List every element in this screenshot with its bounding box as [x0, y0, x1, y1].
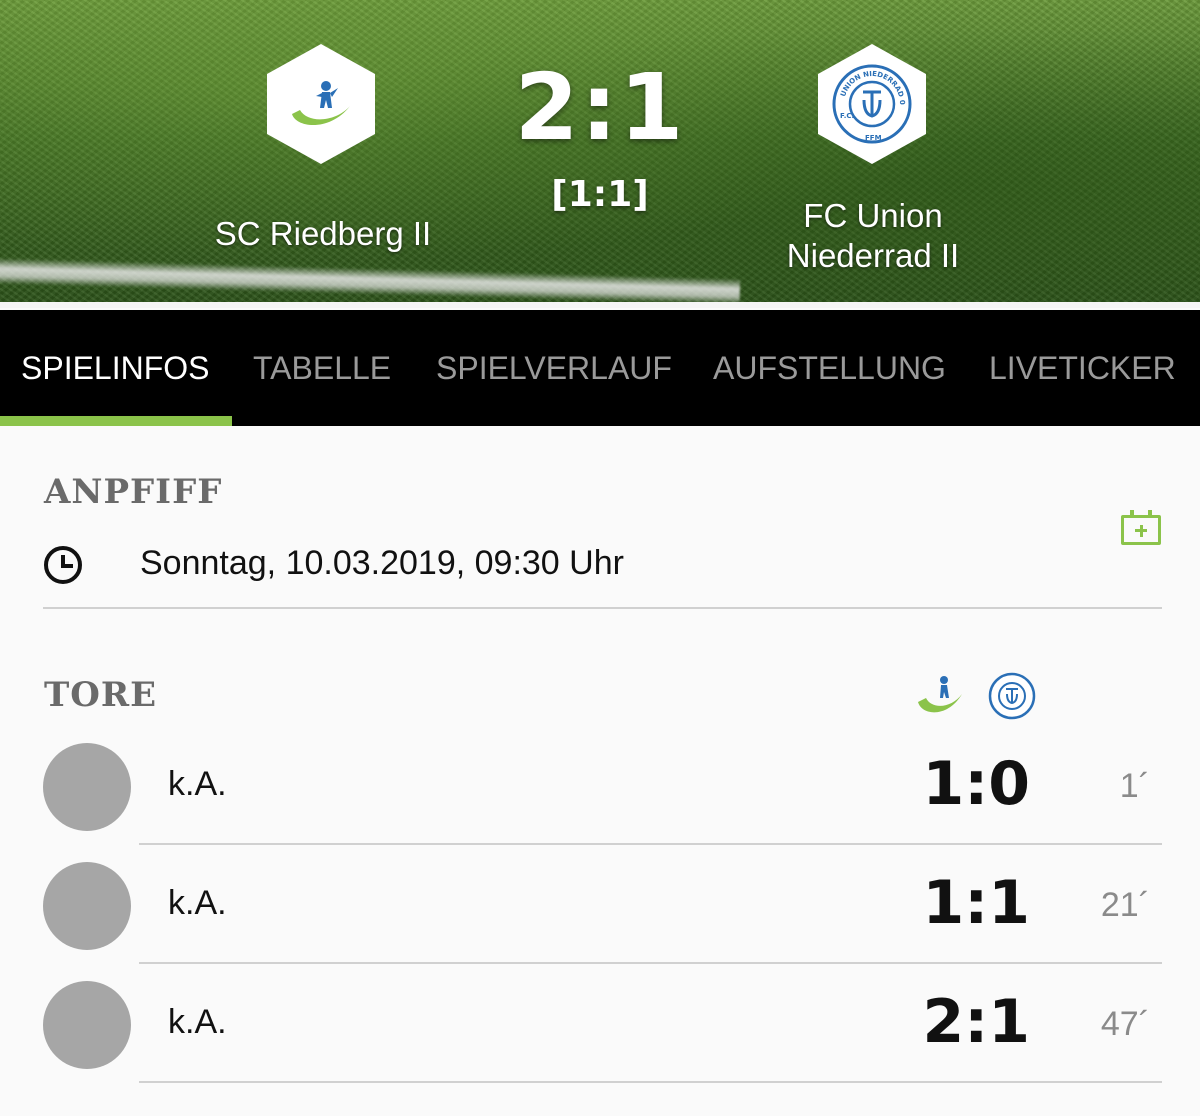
goal-minute: 1´ [1119, 767, 1150, 805]
away-team-name-line1: FC Union [803, 197, 943, 234]
goal-divider [139, 962, 1162, 964]
match-header: UNION NIEDERRAD 07 F.C. FFM SC Riedberg … [0, 0, 1200, 308]
halftime-score: [1:1] [551, 174, 649, 215]
header-divider [0, 302, 1200, 308]
goal-minute: 47´ [1100, 1005, 1150, 1043]
home-team-name[interactable]: SC Riedberg II [170, 214, 476, 254]
clock-icon [44, 546, 82, 584]
fc-union-niederrad-logo-icon: UNION NIEDERRAD 07 F.C. FFM [828, 60, 912, 144]
goal-minute: 21´ [1100, 886, 1150, 924]
away-logo-left-text: F.C. [840, 112, 854, 120]
goal-divider [139, 1081, 1162, 1083]
field-line [0, 257, 741, 305]
goal-scorer: k.A. [168, 1003, 227, 1041]
goal-scorer: k.A. [168, 884, 227, 922]
home-team-logo[interactable] [267, 44, 375, 164]
away-team-mini-logo-icon [988, 672, 1036, 720]
tab-spielverlauf[interactable]: SPIELVERLAUF [436, 310, 672, 426]
kickoff-heading: ANPFIFF [44, 472, 223, 512]
away-team-name-line2: Niederrad II [786, 237, 960, 274]
scorer-avatar [43, 862, 131, 950]
tab-spielinfos[interactable]: SPIELINFOS [21, 310, 210, 426]
tab-aufstellung[interactable]: AUFSTELLUNG [713, 310, 946, 426]
active-tab-indicator [0, 416, 232, 426]
goal-scorer: k.A. [168, 765, 227, 803]
tab-liveticker[interactable]: LIVETICKER [989, 310, 1176, 426]
final-score: 2:1 [514, 54, 686, 161]
scorer-avatar [43, 743, 131, 831]
goal-score: 1:1 [922, 868, 1031, 938]
away-logo-bottom-text: FFM [865, 134, 882, 142]
goal-score: 2:1 [922, 987, 1031, 1057]
sc-riedberg-logo-icon [292, 81, 350, 126]
home-team-mini-logo-icon [918, 676, 962, 713]
scorer-avatar [43, 981, 131, 1069]
tab-bar: SPIELINFOS TABELLE SPIELVERLAUF AUFSTELL… [0, 310, 1200, 426]
kickoff-divider [43, 607, 1162, 609]
goal-score: 1:0 [922, 749, 1031, 819]
away-team-name[interactable]: FC Union Niederrad II [720, 196, 1026, 276]
kickoff-datetime: Sonntag, 10.03.2019, 09:30 Uhr [140, 544, 624, 582]
goal-divider [139, 843, 1162, 845]
calendar-add-icon[interactable] [1121, 510, 1161, 545]
goals-heading: TORE [44, 675, 158, 715]
tab-tabelle[interactable]: TABELLE [253, 310, 391, 426]
away-team-logo[interactable]: UNION NIEDERRAD 07 F.C. FFM [818, 44, 926, 164]
